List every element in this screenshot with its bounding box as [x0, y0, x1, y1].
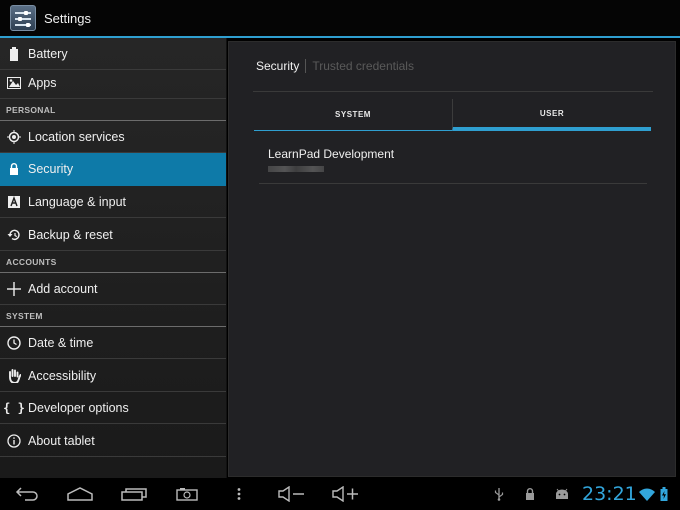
usb-icon [492, 478, 506, 510]
sidebar-item-language-input[interactable]: Language & input [0, 186, 226, 218]
volume-up-button[interactable] [331, 478, 361, 510]
sidebar-item-label: Security [28, 162, 74, 176]
volume-down-button[interactable] [277, 478, 307, 510]
sidebar-item-label: Battery [28, 46, 68, 61]
sidebar-item-battery[interactable]: Battery [0, 38, 226, 70]
settings-sidebar: Battery Apps PERSONAL Location services … [0, 38, 227, 478]
clock-icon [0, 335, 28, 350]
sidebar-item-label: Backup & reset [28, 227, 113, 242]
volume-down-icon [278, 486, 304, 502]
sidebar-item-label: Location services [28, 129, 125, 144]
plus-icon [0, 281, 28, 296]
sidebar-item-label: Developer options [28, 400, 129, 415]
settings-app-icon[interactable] [10, 5, 36, 31]
sidebar-item-date-time[interactable]: Date & time [0, 327, 226, 359]
section-header-system: SYSTEM [0, 305, 226, 327]
home-icon [67, 487, 93, 501]
trusted-credentials-panel: Security Trusted credentials SYSTEM USER… [228, 41, 676, 477]
credential-redacted-detail [268, 166, 324, 172]
app-title: Settings [44, 10, 91, 26]
volume-up-icon [332, 486, 358, 502]
sidebar-item-label: Accessibility [28, 368, 97, 383]
info-icon [0, 433, 28, 448]
sidebar-item-location-services[interactable]: Location services [0, 121, 226, 153]
section-header-personal: PERSONAL [0, 99, 226, 121]
sidebar-item-about-tablet[interactable]: About tablet [0, 425, 226, 457]
screenshot-button[interactable] [173, 478, 201, 510]
apps-icon [0, 76, 28, 89]
battery-icon [0, 46, 28, 61]
credential-tabs: SYSTEM USER [254, 99, 651, 131]
location-icon [0, 129, 28, 144]
sidebar-item-label: Apps [28, 75, 57, 90]
hand-icon [0, 368, 28, 383]
menu-button[interactable] [232, 478, 246, 510]
divider [253, 91, 653, 92]
braces-icon: { } [3, 400, 25, 415]
tab-system[interactable]: SYSTEM [254, 99, 452, 131]
backup-icon [0, 229, 28, 241]
breadcrumb-separator [305, 59, 307, 73]
credential-name: LearnPad Development [268, 147, 395, 161]
status-clock[interactable]: 23:21 [582, 483, 637, 505]
action-bar: Settings [0, 0, 680, 38]
section-header-accounts: ACCOUNTS [0, 251, 226, 273]
sidebar-item-backup-reset[interactable]: Backup & reset [0, 219, 226, 251]
sidebar-item-apps[interactable]: Apps [0, 67, 226, 99]
sidebar-item-label: About tablet [28, 433, 95, 448]
credential-list-item[interactable]: LearnPad Development [259, 138, 647, 184]
sidebar-item-label: Add account [28, 281, 98, 296]
home-button[interactable] [64, 478, 96, 510]
sidebar-item-accessibility[interactable]: Accessibility [0, 360, 226, 392]
breadcrumb: Security Trusted credentials [256, 59, 414, 73]
breadcrumb-trusted-credentials: Trusted credentials [312, 59, 414, 73]
android-debug-icon [553, 478, 571, 510]
recent-apps-button[interactable] [118, 478, 150, 510]
sidebar-item-add-account[interactable]: Add account [0, 273, 226, 305]
sidebar-item-developer-options[interactable]: { } Developer options [0, 392, 226, 424]
back-button[interactable] [12, 478, 42, 510]
sidebar-item-label: Date & time [28, 335, 94, 350]
recent-apps-icon [121, 488, 147, 501]
language-icon [0, 195, 28, 208]
breadcrumb-security[interactable]: Security [256, 59, 299, 73]
battery-charging-icon [658, 478, 670, 510]
tab-user[interactable]: USER [452, 99, 651, 131]
camera-icon [176, 488, 198, 501]
sidebar-item-security[interactable]: Security [0, 153, 226, 186]
lock-icon [0, 163, 28, 175]
back-icon [15, 487, 38, 501]
sidebar-item-label: Language & input [28, 194, 127, 209]
lock-status-icon [523, 478, 537, 510]
system-navigation-bar [0, 478, 680, 510]
overflow-menu-icon [237, 488, 241, 500]
wifi-icon [638, 478, 656, 510]
